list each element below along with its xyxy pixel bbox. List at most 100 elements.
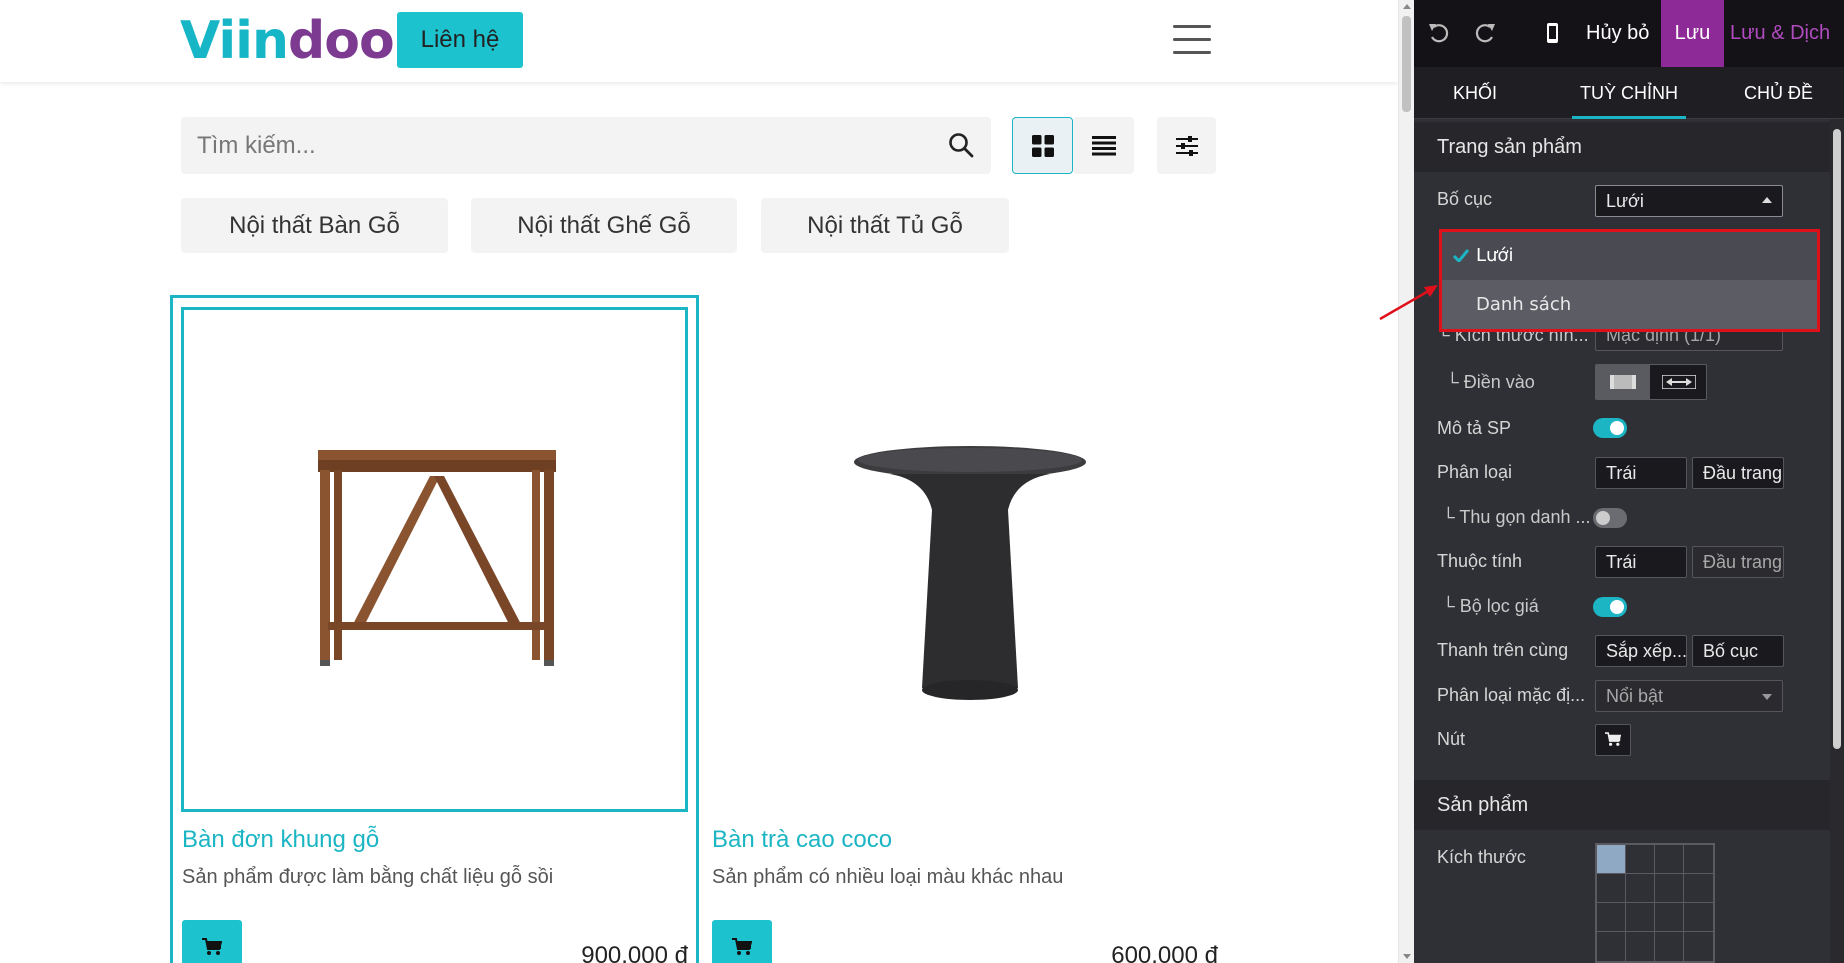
- layout-label: Bố cục: [1437, 189, 1493, 209]
- product-price: 600.000 đ: [1111, 942, 1218, 963]
- grid-cell[interactable]: [1596, 844, 1626, 874]
- layout-select[interactable]: Lưới: [1595, 185, 1783, 217]
- tab-blocks[interactable]: KHỐI: [1453, 67, 1497, 119]
- editor-scrollbar[interactable]: [1830, 119, 1844, 963]
- collapse-toggle[interactable]: [1593, 508, 1627, 528]
- search-icon[interactable]: [947, 131, 975, 159]
- attributes-left-option[interactable]: Trái: [1595, 546, 1687, 578]
- redo-icon[interactable]: [1472, 20, 1498, 46]
- cart-icon: [1605, 732, 1621, 746]
- search-box: [181, 117, 991, 174]
- default-sort-value: Nổi bật: [1606, 686, 1664, 706]
- caret-down-icon: [1762, 694, 1772, 700]
- editor-tabs: KHỐI TUỲ CHỈNH CHỦ ĐỀ: [1414, 67, 1844, 119]
- default-sort-select[interactable]: Nổi bật: [1595, 680, 1783, 712]
- topbar-sort-option[interactable]: Sắp xếp...: [1595, 635, 1687, 667]
- product-size-grid[interactable]: [1595, 843, 1715, 963]
- grid-cell[interactable]: [1683, 873, 1714, 903]
- site-header: Viindoo Liên hệ: [0, 0, 1398, 82]
- grid-cell[interactable]: [1596, 873, 1626, 903]
- category-label: Phân loại: [1437, 462, 1513, 482]
- product-name[interactable]: Bàn đơn khung gỗ: [182, 826, 379, 854]
- price-filter-label: └ Bộ lọc giá: [1442, 596, 1539, 616]
- hamburger-menu-icon[interactable]: [1173, 25, 1211, 55]
- scroll-down-icon[interactable]: [1403, 954, 1411, 959]
- attributes-top-option[interactable]: Đầu trang: [1692, 546, 1784, 578]
- grid-cell[interactable]: [1654, 931, 1684, 962]
- layout-option-label: Danh sách: [1476, 294, 1572, 315]
- grid-cell[interactable]: [1625, 873, 1655, 903]
- discard-button[interactable]: Hủy bỏ: [1586, 0, 1649, 67]
- toggle-knob: [1596, 511, 1610, 525]
- grid-cell[interactable]: [1596, 902, 1626, 932]
- category-button[interactable]: Nội thất Ghế Gỗ: [471, 198, 737, 253]
- add-to-cart-button[interactable]: [182, 920, 242, 963]
- website-preview: Viindoo Liên hệ Nội thất Bàn Gỗ Nội thất…: [0, 0, 1398, 963]
- add-to-cart-button[interactable]: [712, 920, 772, 963]
- wooden-table-image[interactable]: [310, 440, 570, 680]
- layout-dropdown-menu: Lưới Danh sách: [1439, 229, 1820, 332]
- grid-cell[interactable]: [1596, 931, 1626, 962]
- sliders-icon: [1175, 135, 1198, 156]
- coco-table-image[interactable]: [850, 440, 1090, 710]
- grid-icon: [1031, 134, 1054, 157]
- grid-cell[interactable]: [1683, 931, 1714, 962]
- grid-cell[interactable]: [1625, 931, 1655, 962]
- list-view-button[interactable]: [1073, 117, 1134, 174]
- tab-customize[interactable]: TUỲ CHỈNH: [1572, 67, 1686, 119]
- logo-part-1: Viin: [180, 11, 289, 71]
- toggle-knob: [1610, 600, 1624, 614]
- editor-toolbar: Hủy bỏ Lưu Lưu & Dịch: [1414, 0, 1844, 67]
- caret-up-icon: [1762, 197, 1772, 203]
- grid-cell[interactable]: [1654, 902, 1684, 932]
- size-label: Kích thước: [1437, 847, 1526, 867]
- topbar-layout-option[interactable]: Bố cục: [1692, 635, 1784, 667]
- toggle-knob: [1610, 421, 1624, 435]
- description-toggle[interactable]: [1593, 418, 1627, 438]
- tab-theme[interactable]: CHỦ ĐỀ: [1744, 67, 1813, 119]
- category-button[interactable]: Nội thất Tủ Gỗ: [761, 198, 1009, 253]
- topbar-label: Thanh trên cùng: [1437, 640, 1569, 660]
- page-scrollbar[interactable]: [1398, 0, 1414, 963]
- product-name[interactable]: Bàn trà cao coco: [712, 826, 892, 854]
- mobile-preview-icon[interactable]: [1539, 20, 1565, 46]
- product-price: 900.000 đ: [581, 942, 688, 963]
- list-icon: [1091, 135, 1116, 155]
- grid-view-button[interactable]: [1012, 117, 1073, 174]
- layout-option-list[interactable]: Danh sách: [1442, 281, 1817, 329]
- grid-cell[interactable]: [1683, 902, 1714, 932]
- category-button[interactable]: Nội thất Bàn Gỗ: [181, 198, 448, 253]
- save-and-translate-button[interactable]: Lưu & Dịch: [1730, 0, 1830, 67]
- contact-button[interactable]: Liên hệ: [397, 12, 523, 68]
- grid-cell[interactable]: [1654, 873, 1684, 903]
- scrollbar-thumb[interactable]: [1833, 129, 1841, 749]
- filter-button[interactable]: [1157, 117, 1216, 174]
- section-product-page-title[interactable]: Trang sản phẩm: [1414, 122, 1830, 172]
- checkmark-icon: [1453, 249, 1469, 262]
- fill-label: └ Điền vào: [1446, 372, 1535, 392]
- grid-cell[interactable]: [1625, 902, 1655, 932]
- fill-button-group: [1595, 364, 1707, 400]
- grid-cell[interactable]: [1625, 844, 1655, 874]
- fill-stretch-button[interactable]: [1652, 365, 1706, 399]
- price-filter-toggle[interactable]: [1593, 597, 1627, 617]
- cart-button-toggle[interactable]: [1595, 724, 1631, 756]
- scroll-up-icon[interactable]: [1403, 4, 1411, 9]
- cart-icon: [202, 938, 222, 955]
- layout-option-grid[interactable]: Lưới: [1442, 232, 1817, 280]
- fill-contain-button[interactable]: [1596, 365, 1650, 399]
- category-top-option[interactable]: Đầu trang: [1692, 457, 1784, 489]
- section-products-title[interactable]: Sản phẩm: [1414, 780, 1830, 830]
- product-description: Sản phẩm có nhiều loại màu khác nhau: [712, 866, 1064, 888]
- collapse-label: └ Thu gọn danh ...: [1442, 507, 1591, 527]
- website-editor-panel: Hủy bỏ Lưu Lưu & Dịch KHỐI TUỲ CHỈNH CHỦ…: [1414, 0, 1844, 963]
- category-left-option[interactable]: Trái: [1595, 457, 1687, 489]
- undo-icon[interactable]: [1426, 20, 1452, 46]
- attributes-label: Thuộc tính: [1437, 551, 1523, 571]
- grid-cell[interactable]: [1683, 844, 1714, 874]
- search-input[interactable]: [197, 117, 897, 174]
- grid-cell[interactable]: [1654, 844, 1684, 874]
- scrollbar-thumb[interactable]: [1402, 16, 1411, 112]
- save-button[interactable]: Lưu: [1661, 0, 1724, 67]
- viindoo-logo[interactable]: Viindoo: [180, 11, 395, 71]
